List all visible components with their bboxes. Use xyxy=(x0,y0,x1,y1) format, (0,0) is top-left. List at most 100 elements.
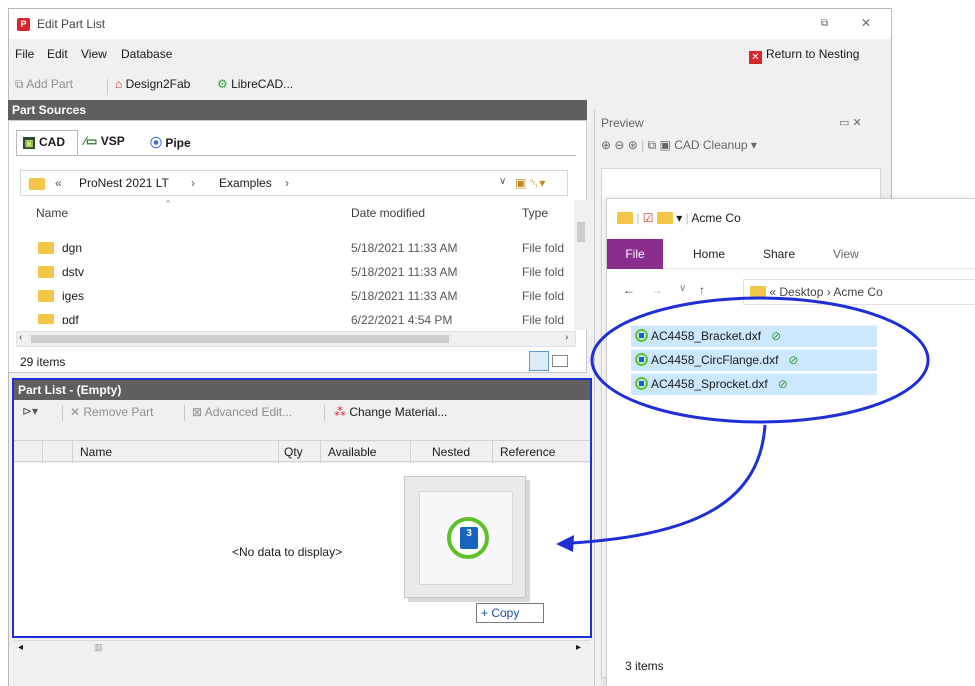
selected-file-item[interactable]: AC4458_CircFlange.dxf ⊘ xyxy=(631,349,877,371)
item-count: 29 items xyxy=(20,355,66,369)
scroll-right-icon[interactable]: ▸ xyxy=(576,642,581,653)
explorer-ribbon: File Home Share View xyxy=(607,239,975,269)
restore-icon[interactable]: ⧉ xyxy=(821,18,835,30)
file-list-vertical-scrollbar[interactable] xyxy=(574,200,588,330)
file-name: iges xyxy=(62,289,85,303)
file-list-horizontal-scrollbar[interactable]: ‹ › xyxy=(16,331,576,347)
column-type[interactable]: Type xyxy=(522,206,548,220)
selected-file-item[interactable]: AC4458_Sprocket.dxf ⊘ xyxy=(631,373,877,395)
properties-icon[interactable]: ☑ xyxy=(643,211,657,225)
file-name: dgn xyxy=(62,241,83,255)
cad-cleanup-icon[interactable]: ▣ xyxy=(660,138,675,152)
return-to-nesting-label: Return to Nesting xyxy=(766,47,860,61)
title-bar: P Edit Part List ⧉ ✕ xyxy=(9,9,891,39)
large-icons-view-icon[interactable] xyxy=(552,355,568,367)
window-title: Edit Part List xyxy=(37,17,106,31)
sync-status-icon: ⊘ xyxy=(777,377,788,391)
recent-dropdown-icon[interactable]: ∨ xyxy=(679,283,686,294)
file-row[interactable]: dstv 5/18/2021 11:33 AM File fold xyxy=(20,262,576,284)
explorer-item-count: 3 items xyxy=(625,659,664,673)
ribbon-view-tab[interactable]: View xyxy=(833,247,859,261)
folder-icon xyxy=(38,266,54,278)
menu-view[interactable]: View xyxy=(81,47,107,61)
cad-cleanup-button[interactable]: CAD Cleanup ▾ xyxy=(674,138,757,152)
design2fab-label: Design2Fab xyxy=(125,77,191,91)
return-to-nesting-button[interactable]: ✕ Return to Nesting xyxy=(749,47,859,64)
forward-arrow-icon[interactable]: → xyxy=(651,283,663,297)
copy-icon[interactable]: ⧉ xyxy=(648,138,660,152)
quick-access-toolbar: | ☑ ▾ | Acme Co xyxy=(617,211,741,225)
file-row[interactable]: dgn 5/18/2021 11:33 AM File fold xyxy=(20,238,576,260)
qa-dropdown-icon[interactable]: ▾ xyxy=(676,211,685,225)
file-name: AC4458_CircFlange.dxf xyxy=(651,353,779,367)
breadcrumb-desktop[interactable]: Desktop xyxy=(779,285,823,299)
file-row[interactable]: pdf 6/22/2021 4:54 PM File fold xyxy=(20,310,576,324)
breadcrumb-pronest[interactable]: ProNest 2021 LT xyxy=(79,176,169,190)
menu-file[interactable]: File xyxy=(15,47,34,61)
scroll-left-icon[interactable]: ‹ xyxy=(19,332,22,343)
up-arrow-icon[interactable]: ↑ xyxy=(699,283,705,297)
part-list-horizontal-scrollbar[interactable]: ◂ ▥ ▸ xyxy=(14,640,590,656)
file-row[interactable]: iges 5/18/2021 11:33 AM File fold xyxy=(20,286,576,308)
folder-icon xyxy=(617,212,633,224)
preview-window-controls[interactable]: ▭ ✕ xyxy=(839,116,862,129)
sort-caret-icon: ^ xyxy=(166,198,171,208)
address-dropdown-icon[interactable]: ∨ xyxy=(499,176,506,187)
preview-title: Preview xyxy=(601,116,644,130)
dxf-file-icon xyxy=(635,329,648,342)
breadcrumb-examples[interactable]: Examples xyxy=(219,176,272,190)
selected-file-item[interactable]: AC4458_Bracket.dxf ⊘ xyxy=(631,325,877,347)
vsp-icon: ⁄▭ xyxy=(84,134,101,148)
design2fab-icon: ⌂ xyxy=(115,77,126,91)
librecad-label: LibreCAD... xyxy=(231,77,294,91)
new-folder-icon[interactable] xyxy=(656,212,673,224)
tab-cad-label: CAD xyxy=(39,135,65,149)
breadcrumb-back[interactable]: « xyxy=(769,285,776,299)
dxf-file-icon xyxy=(635,353,648,366)
tab-pipe-label: Pipe xyxy=(165,136,191,150)
add-part-button[interactable]: ⧉ Add Part xyxy=(15,77,73,92)
folder-icon xyxy=(750,286,766,298)
scroll-left-icon[interactable]: ◂ xyxy=(18,642,23,653)
zoom-out-icon[interactable]: ⊖ xyxy=(614,138,627,152)
tab-cad[interactable]: ▣ CAD xyxy=(16,130,78,156)
close-icon[interactable]: ✕ xyxy=(861,16,871,30)
column-date-modified[interactable]: Date modified xyxy=(351,206,425,220)
librecad-button[interactable]: ⚙ LibreCAD... xyxy=(217,77,293,91)
column-name[interactable]: Name xyxy=(36,206,68,220)
drag-preview-tile: 3 xyxy=(404,476,526,598)
vertical-scroll-thumb[interactable] xyxy=(577,222,585,242)
zoom-in-icon[interactable]: ⊕ xyxy=(601,138,614,152)
design2fab-button[interactable]: ⌂ Design2Fab xyxy=(115,77,190,91)
tab-pipe[interactable]: ⦿ Pipe xyxy=(144,130,214,156)
breadcrumb-sep: › xyxy=(826,285,831,299)
file-date: 6/22/2021 4:54 PM xyxy=(351,313,453,324)
ribbon-home-tab[interactable]: Home xyxy=(693,247,725,261)
file-date: 5/18/2021 11:33 AM xyxy=(351,289,458,303)
add-part-icon: ⧉ xyxy=(15,77,27,91)
ribbon-file-tab[interactable]: File xyxy=(607,239,663,269)
preview-toolbar: ⊕ ⊖ ⊛ | ⧉ ▣ CAD Cleanup ▾ xyxy=(601,138,757,153)
zoom-fit-icon[interactable]: ⊛ xyxy=(628,138,641,152)
menu-edit[interactable]: Edit xyxy=(47,47,68,61)
folder-icon xyxy=(38,314,54,324)
back-arrow-icon[interactable]: ← xyxy=(623,283,635,297)
details-view-icon[interactable] xyxy=(529,351,549,371)
file-name: dstv xyxy=(62,265,85,279)
explorer-title: Acme Co xyxy=(691,211,741,225)
breadcrumb-acme[interactable]: Acme Co xyxy=(833,285,882,299)
add-part-label: Add Part xyxy=(26,77,73,91)
horizontal-scroll-thumb[interactable] xyxy=(31,335,449,343)
folder-options-icon[interactable]: ▣ ␡▾ xyxy=(515,176,545,191)
tab-vsp[interactable]: ⁄▭ VSP xyxy=(78,130,144,156)
menu-database[interactable]: Database xyxy=(121,47,172,61)
file-count-badge: 3 xyxy=(460,527,478,549)
breadcrumb-back[interactable]: « xyxy=(55,176,62,190)
folder-address-bar[interactable]: « ProNest 2021 LT › Examples › ∨ ▣ ␡▾ xyxy=(20,170,568,196)
scroll-grip-icon[interactable]: ▥ xyxy=(94,642,103,653)
ribbon-share-tab[interactable]: Share xyxy=(763,247,795,261)
tab-vsp-label: VSP xyxy=(100,134,125,148)
app-icon: P xyxy=(17,18,30,31)
scroll-right-icon[interactable]: › xyxy=(565,332,568,343)
explorer-address-bar[interactable]: « Desktop › Acme Co xyxy=(743,279,975,305)
